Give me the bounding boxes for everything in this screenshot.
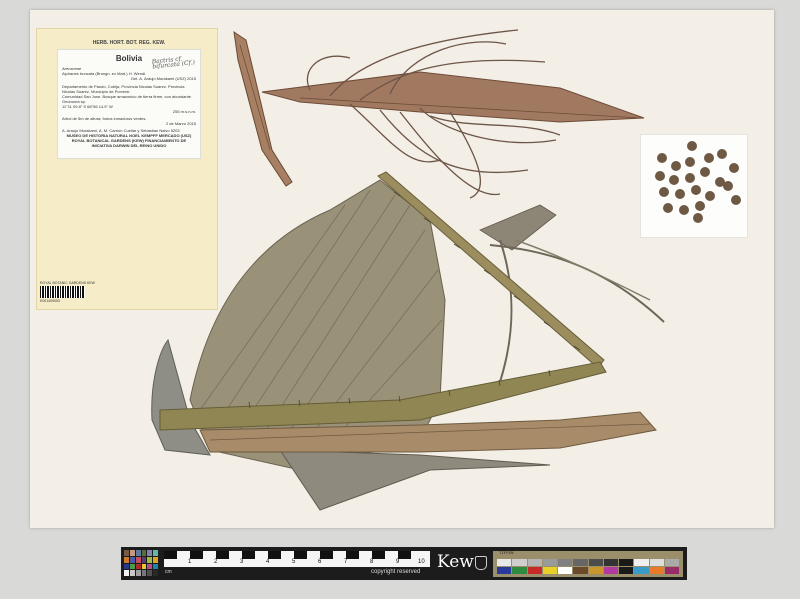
color-scale-ruler: 1 2 3 4 5 6 7 8 9 10 cm copyright reserv… [121, 547, 687, 580]
scale-numbers: 1 2 3 4 5 6 7 8 9 10 [164, 559, 430, 567]
color-control-patches: TIFFEN [493, 551, 683, 577]
scale-number: 1 [188, 559, 192, 565]
palm-specimen-drawing [151, 29, 741, 511]
scale-unit: cm [165, 569, 172, 575]
kew-crest-icon [475, 556, 487, 570]
color-control-label: TIFFEN [499, 552, 514, 556]
kew-logo: Kew [437, 552, 474, 572]
seeds [655, 141, 741, 223]
scale-number: 8 [370, 559, 374, 565]
upper-leaf-fragment [233, 30, 645, 187]
color-checker [124, 550, 158, 576]
scale-number: 6 [318, 559, 322, 565]
scale-number: 4 [266, 559, 270, 565]
copyright-text: copyright reserved [371, 569, 421, 575]
scale-number: 3 [240, 559, 244, 565]
scale-number: 5 [292, 559, 296, 565]
scale-number: 9 [396, 559, 400, 565]
scale-number: 10 [418, 559, 425, 565]
scale-number: 2 [214, 559, 218, 565]
scale-number: 7 [344, 559, 348, 565]
